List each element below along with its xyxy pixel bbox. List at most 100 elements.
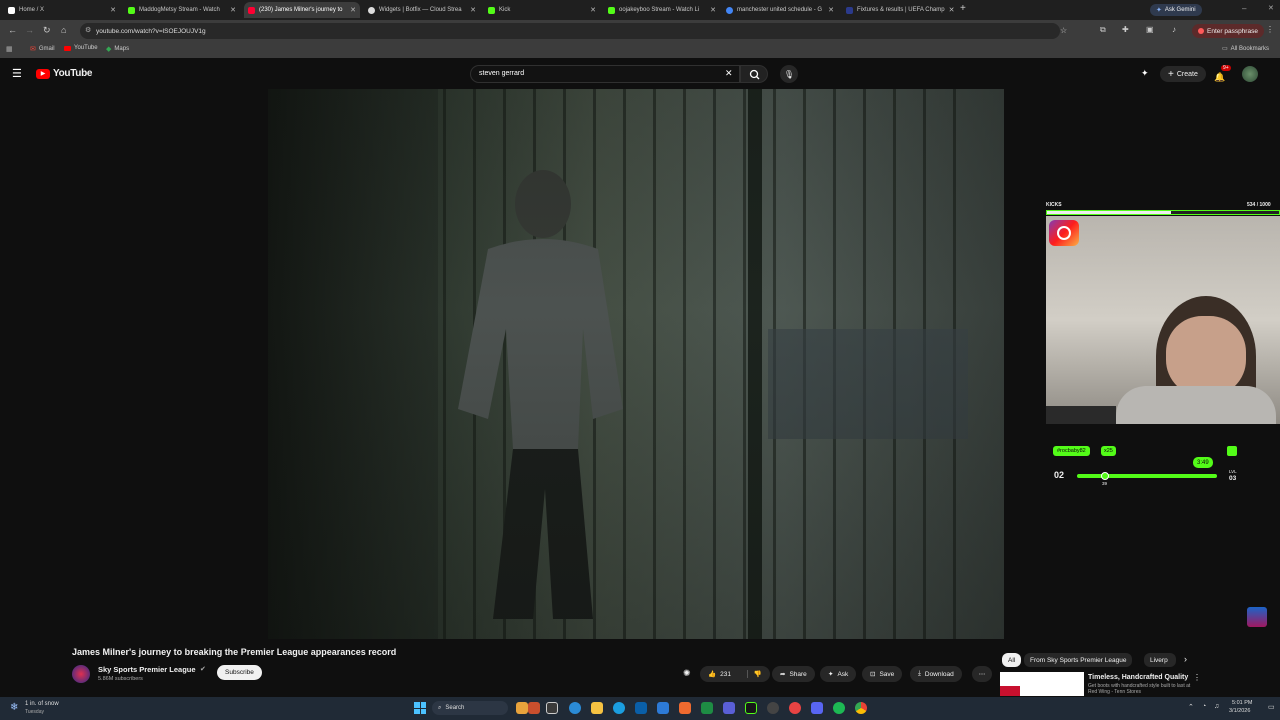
download-button[interactable]: ⤓ Download bbox=[910, 666, 962, 682]
tab-widgets[interactable]: Widgets | Botfix — Cloud Strea ✕ bbox=[364, 2, 480, 18]
tab-maddog[interactable]: MaddogMetsy Stream - Watch ✕ bbox=[124, 2, 240, 18]
recommendation-menu-icon[interactable]: ⋮ bbox=[1193, 673, 1201, 682]
discord-icon[interactable] bbox=[811, 702, 823, 714]
dislike-icon[interactable]: 👎 bbox=[746, 670, 762, 678]
sidebar-icon[interactable]: ▣ bbox=[1146, 25, 1154, 34]
video-player[interactable] bbox=[268, 89, 1004, 639]
wifi-icon[interactable]: ◔ bbox=[1202, 703, 1206, 710]
sparkle-icon[interactable]: ✺ bbox=[683, 668, 691, 679]
taskbar-app-icon[interactable] bbox=[516, 702, 528, 714]
close-icon[interactable]: ✕ bbox=[824, 6, 834, 14]
tab-youtube-active[interactable]: (230) James Milner's journey to ✕ bbox=[244, 2, 360, 18]
create-button[interactable]: + Create bbox=[1160, 66, 1206, 82]
reload-icon[interactable]: ↻ bbox=[43, 25, 51, 36]
chrome-icon[interactable] bbox=[855, 702, 867, 714]
tab-oojakeyboo[interactable]: oojakeyboo Stream - Watch Li ✕ bbox=[604, 2, 720, 18]
media-icon[interactable]: ♪ bbox=[1172, 25, 1176, 34]
close-window-icon[interactable]: ✕ bbox=[1268, 4, 1274, 12]
avatar[interactable] bbox=[1242, 66, 1258, 82]
recommendation-title[interactable]: Timeless, Handcrafted Quality bbox=[1088, 674, 1188, 681]
passphrase-button[interactable]: Enter passphrase bbox=[1192, 24, 1264, 38]
volume-icon[interactable]: ♫ bbox=[1214, 703, 1219, 710]
forward-icon[interactable]: → bbox=[25, 25, 34, 35]
bookmark-youtube[interactable]: YouTube bbox=[64, 45, 98, 51]
chip-from-channel[interactable]: From Sky Sports Premier League bbox=[1024, 653, 1133, 667]
windows-start-icon[interactable] bbox=[414, 702, 426, 714]
ask-button[interactable]: ✦ Ask bbox=[820, 666, 857, 682]
hamburger-menu-icon[interactable]: ☰ bbox=[12, 67, 22, 80]
more-actions-button[interactable]: ⋯ bbox=[972, 666, 992, 682]
like-icon[interactable]: 👍 bbox=[708, 670, 716, 678]
weather-icon[interactable]: ❄ bbox=[10, 702, 18, 713]
instagram-icon bbox=[1049, 220, 1079, 246]
search-button[interactable] bbox=[740, 65, 768, 83]
cast-icon[interactable]: ✦ bbox=[1141, 68, 1149, 79]
paint-icon[interactable] bbox=[679, 702, 691, 714]
chip-all[interactable]: All bbox=[1002, 653, 1022, 667]
back-icon[interactable]: ← bbox=[8, 25, 17, 35]
sky-sports-watermark bbox=[1247, 607, 1267, 627]
task-view-icon[interactable] bbox=[546, 702, 558, 714]
taskbar-app-icon[interactable] bbox=[528, 702, 540, 714]
apps-grid-icon[interactable]: ▦ bbox=[6, 45, 13, 53]
site-info-icon[interactable]: ⚙ bbox=[85, 26, 91, 34]
channel-name[interactable]: Sky Sports Premier League bbox=[98, 665, 196, 674]
all-bookmarks[interactable]: ▭ All Bookmarks bbox=[1222, 45, 1269, 53]
tab-uefa[interactable]: Fixtures & results | UEFA Champ ✕ bbox=[842, 2, 958, 18]
kicks-progress-bar bbox=[1046, 210, 1280, 215]
save-button[interactable]: ⊡ Save bbox=[862, 666, 903, 682]
clear-search-icon[interactable]: ✕ bbox=[725, 68, 733, 79]
close-icon[interactable]: ✕ bbox=[346, 6, 356, 14]
tab-kick[interactable]: Kick ✕ bbox=[484, 2, 600, 18]
bookmark-maps[interactable]: ◆ Maps bbox=[106, 45, 129, 53]
menu-dots-icon[interactable]: ⋮ bbox=[1266, 25, 1274, 34]
like-count[interactable]: 231 bbox=[720, 671, 731, 678]
search-input[interactable]: steven gerrard bbox=[470, 65, 740, 83]
notifications-icon[interactable]: ▭ bbox=[1268, 703, 1275, 711]
close-icon[interactable]: ✕ bbox=[706, 6, 716, 14]
tab-google[interactable]: manchester united schedule - G ✕ bbox=[722, 2, 838, 18]
minimize-icon[interactable]: – bbox=[1242, 4, 1246, 13]
stream-overlay: KICKS 534 / 1000 #rocbaby82 x25 3:49 02 … bbox=[1045, 200, 1280, 490]
close-icon[interactable]: ✕ bbox=[106, 6, 116, 14]
new-tab-button[interactable]: + bbox=[960, 3, 966, 14]
clock-time[interactable]: 5:01 PM bbox=[1232, 700, 1252, 706]
tray-chevron-icon[interactable]: ⌃ bbox=[1188, 703, 1194, 711]
url-field[interactable]: ⚙ youtube.com/watch?v=lSOEJOUJV1g ☆ bbox=[80, 23, 1067, 39]
voice-search-button[interactable]: 🎙 bbox=[780, 65, 798, 83]
home-icon[interactable]: ⌂ bbox=[61, 25, 66, 35]
tab-x[interactable]: Home / X ✕ bbox=[4, 2, 120, 18]
ask-gemini-button[interactable]: ✦ Ask Gemini bbox=[1150, 4, 1202, 16]
teams-icon[interactable] bbox=[723, 702, 735, 714]
obs-icon[interactable] bbox=[767, 702, 779, 714]
subscribe-button[interactable]: Subscribe bbox=[217, 665, 262, 680]
bookmark-gmail[interactable]: ✉ Gmail bbox=[30, 45, 55, 53]
edge-icon[interactable] bbox=[613, 702, 625, 714]
channel-avatar[interactable] bbox=[72, 665, 90, 683]
close-icon[interactable]: ✕ bbox=[226, 6, 236, 14]
puzzle-icon[interactable]: ✚ bbox=[1122, 25, 1129, 34]
close-icon[interactable]: ✕ bbox=[945, 6, 955, 14]
share-button[interactable]: ➦ Share bbox=[772, 666, 815, 682]
chevron-right-icon[interactable]: › bbox=[1184, 654, 1187, 664]
excel-icon[interactable] bbox=[701, 702, 713, 714]
clock-date[interactable]: 3/1/2026 bbox=[1229, 708, 1250, 714]
notifications-button[interactable]: 🔔 9+ bbox=[1214, 65, 1231, 85]
close-icon[interactable]: ✕ bbox=[586, 6, 596, 14]
taskbar-search[interactable]: ⌕ Search bbox=[432, 701, 508, 715]
chip-liverpool[interactable]: Liverp bbox=[1144, 653, 1176, 667]
spotify-icon[interactable] bbox=[833, 702, 845, 714]
youtube-logo[interactable]: ▶ YouTube bbox=[36, 68, 93, 79]
bookmark-star-icon[interactable]: ☆ bbox=[1060, 26, 1067, 35]
mail-icon[interactable] bbox=[657, 702, 669, 714]
notification-badge: 9+ bbox=[1221, 65, 1231, 71]
recommendation-thumbnail[interactable] bbox=[1000, 672, 1084, 696]
copilot-icon[interactable] bbox=[569, 702, 581, 714]
extensions-icon[interactable]: ⧉ bbox=[1100, 25, 1106, 35]
file-explorer-icon[interactable] bbox=[591, 702, 603, 714]
slider-value: 39 bbox=[1102, 481, 1108, 486]
close-icon[interactable]: ✕ bbox=[466, 6, 476, 14]
record-icon[interactable] bbox=[789, 702, 801, 714]
store-icon[interactable] bbox=[635, 702, 647, 714]
terminal-icon[interactable] bbox=[745, 702, 757, 714]
